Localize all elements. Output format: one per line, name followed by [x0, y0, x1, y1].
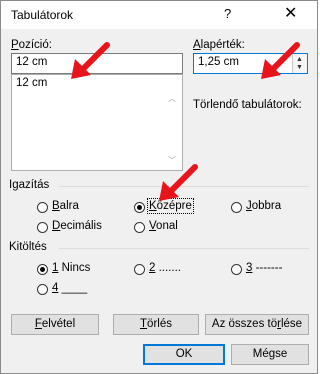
align-decimal-label[interactable]: Decimális	[52, 220, 102, 232]
align-left-radio[interactable]	[37, 202, 48, 213]
annotation-arrow-position	[71, 42, 110, 79]
position-list[interactable]: 12 cm ︿ ﹀	[11, 74, 183, 171]
dialog-title: Tabulátorok	[11, 8, 74, 22]
align-right-label[interactable]: Jobbra	[246, 200, 281, 212]
leader-heading: Kitöltés	[9, 241, 47, 253]
alignment-heading: Igazítás	[9, 179, 50, 191]
leader-2-radio[interactable]	[134, 264, 145, 275]
help-button[interactable]: ?	[224, 6, 231, 21]
leader-4-radio[interactable]	[37, 284, 48, 295]
leader-3-label[interactable]: 3 -------	[246, 262, 282, 274]
leader-divider	[59, 248, 309, 249]
align-bar-radio[interactable]	[134, 222, 145, 233]
annotation-arrow-center	[159, 164, 198, 201]
leader-1-label[interactable]: 1 Nincs	[52, 262, 90, 274]
clear-tabs-label: Törlendő tabulátorok:	[193, 99, 302, 111]
title-bar: Tabulátorok ? ✕	[1, 1, 317, 29]
position-list-scrollbar[interactable]: ︿ ﹀	[165, 75, 182, 170]
clear-button[interactable]: Törlés	[113, 314, 199, 335]
default-tab-value: 1,25 cm	[198, 56, 239, 68]
position-label: Pozíció:	[11, 39, 52, 51]
clear-all-button[interactable]: Az összes törlése	[205, 314, 309, 335]
leader-2-label[interactable]: 2 .......	[149, 262, 181, 274]
align-decimal-radio[interactable]	[37, 222, 48, 233]
ok-button[interactable]: OK	[143, 344, 225, 365]
align-right-radio[interactable]	[231, 202, 242, 213]
leader-3-radio[interactable]	[231, 264, 242, 275]
close-icon[interactable]: ✕	[284, 3, 297, 23]
cancel-button[interactable]: Mégse	[231, 344, 309, 365]
leader-4-label[interactable]: 4 ____	[52, 282, 87, 294]
align-bar-label[interactable]: Vonal	[149, 220, 178, 232]
set-button[interactable]: Felvétel	[11, 314, 99, 335]
align-left-label[interactable]: Balra	[52, 200, 79, 212]
default-tab-label: Alapérték:	[193, 39, 245, 51]
tabs-dialog: Tabulátorok ? ✕ Pozíció: 12 cm 12 cm ︿ ﹀…	[0, 0, 318, 374]
scroll-up-icon[interactable]: ︿	[168, 93, 176, 104]
annotation-arrow-default-tab	[261, 42, 300, 79]
leader-1-radio[interactable]	[37, 264, 48, 275]
align-center-radio[interactable]	[134, 202, 145, 213]
position-list-item[interactable]: 12 cm	[16, 77, 47, 89]
